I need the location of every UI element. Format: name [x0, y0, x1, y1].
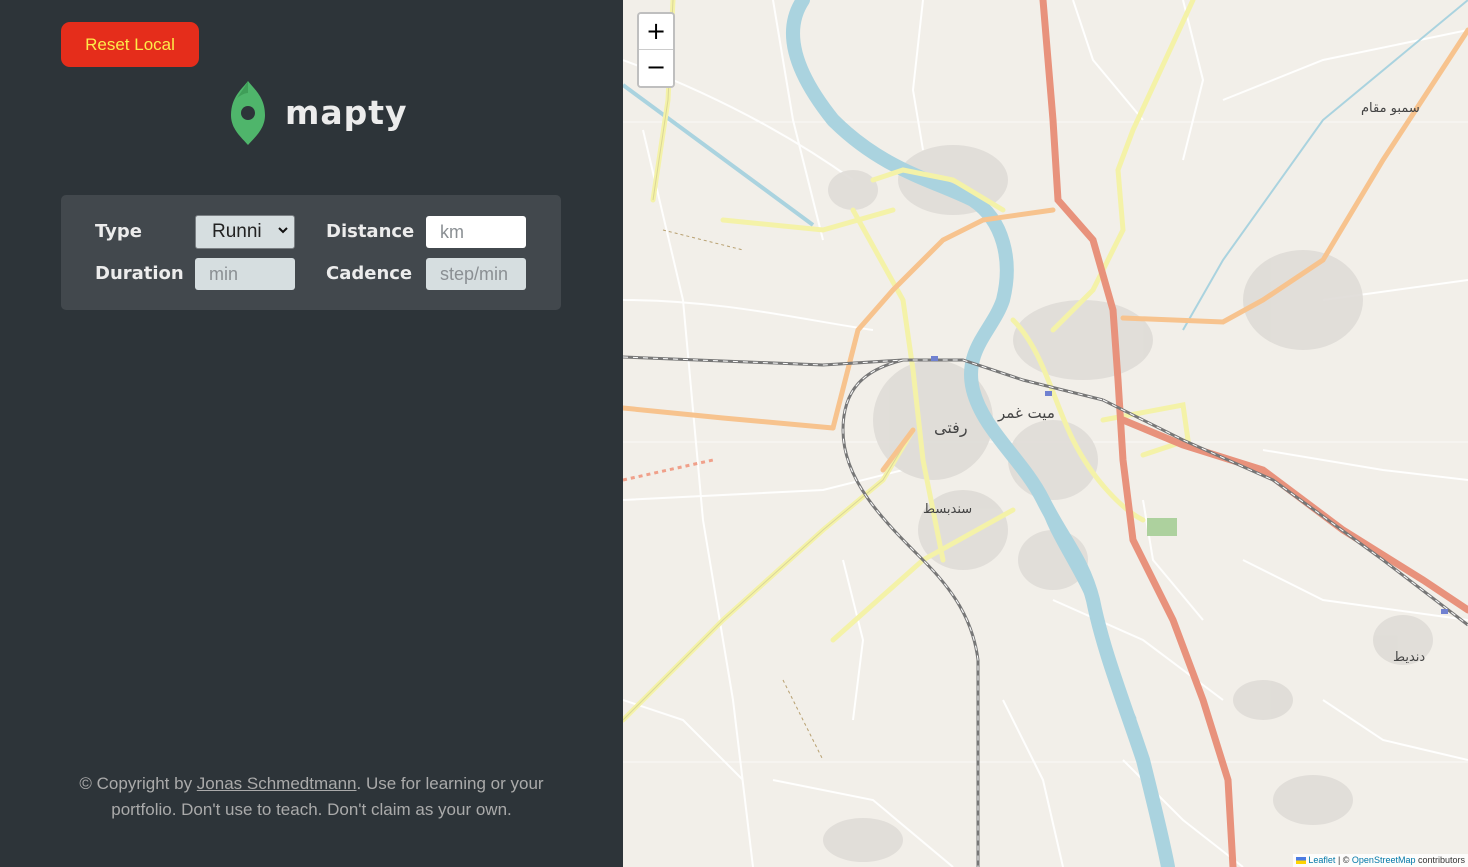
- zoom-in-button[interactable]: +: [639, 14, 673, 50]
- chevron-down-icon: [278, 227, 288, 234]
- type-select-value: Runni: [212, 221, 262, 242]
- sidebar: Reset Local mapty Type Runni Distance Du…: [0, 0, 623, 867]
- reset-local-button[interactable]: Reset Local: [61, 22, 199, 67]
- ukraine-flag-icon: [1295, 857, 1306, 865]
- type-select[interactable]: Runni: [195, 215, 295, 249]
- place-label-sembo-maqam: سمبو مقام: [1361, 101, 1420, 116]
- zoom-control: + −: [637, 12, 675, 88]
- distance-input[interactable]: [426, 216, 526, 248]
- zoom-out-button[interactable]: −: [639, 50, 673, 86]
- place-label-zefta: رفتى: [934, 418, 968, 437]
- cadence-input[interactable]: [426, 258, 526, 290]
- map-attribution: Leaflet | © OpenStreetMap contributors: [1292, 854, 1468, 867]
- duration-input[interactable]: [195, 258, 295, 290]
- attribution-suffix: contributors: [1415, 855, 1465, 865]
- distance-label: Distance: [326, 221, 415, 242]
- attribution-separator: | ©: [1335, 855, 1352, 865]
- place-label-dandeet: دنديط: [1393, 650, 1426, 665]
- copyright-text: © Copyright by Jonas Schmedtmann. Use fo…: [70, 771, 553, 823]
- type-label: Type: [95, 221, 142, 242]
- workout-form: Type Runni Distance Duration Cadence: [61, 195, 561, 310]
- place-label-mit-ghamr: ميت غمر: [998, 404, 1055, 422]
- logo-text: mapty: [285, 92, 408, 132]
- map-pin-icon: [231, 81, 265, 145]
- map-tiles: [623, 0, 1468, 867]
- osm-link[interactable]: OpenStreetMap: [1352, 855, 1416, 865]
- duration-label: Duration: [95, 263, 184, 284]
- author-link[interactable]: Jonas Schmedtmann: [197, 774, 357, 793]
- map[interactable]: رفتى ميت غمر سندبسط سمبو مقام دنديط + − …: [623, 0, 1468, 867]
- copyright-prefix: © Copyright by: [79, 774, 197, 793]
- cadence-label: Cadence: [326, 263, 413, 284]
- leaflet-link[interactable]: Leaflet: [1308, 855, 1335, 865]
- logo: mapty: [229, 78, 408, 148]
- place-label-sondosbat: سندبسط: [923, 502, 973, 517]
